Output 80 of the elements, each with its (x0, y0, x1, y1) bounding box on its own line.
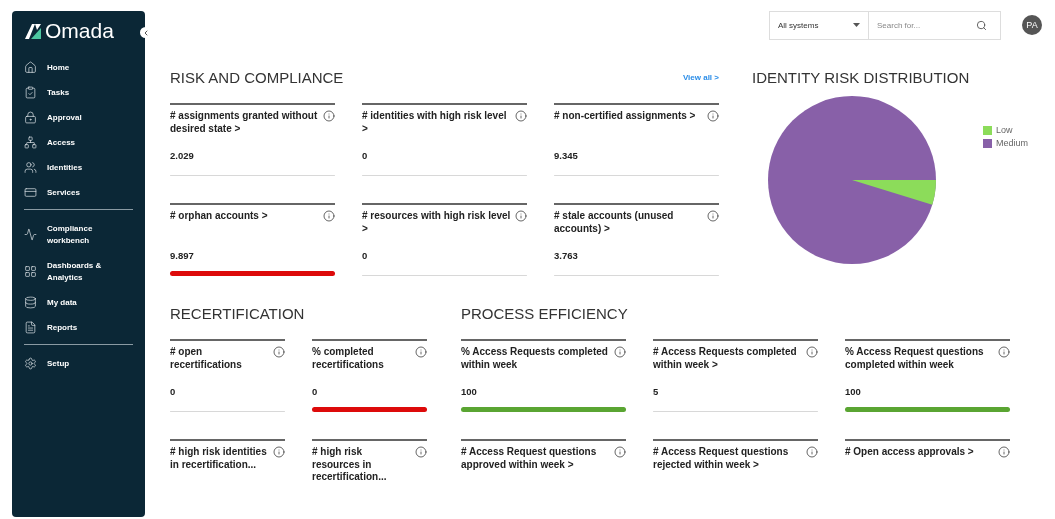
network-icon (24, 136, 37, 149)
nav-item[interactable]: Access (12, 130, 145, 155)
user-avatar[interactable]: PA (1022, 15, 1042, 35)
metric-title[interactable]: # non-certified assignments > (554, 110, 696, 123)
metric-title[interactable]: % Access Requests completed within week (461, 346, 610, 371)
info-icon[interactable] (806, 446, 818, 458)
nav-item[interactable]: Reports (12, 315, 145, 340)
metric-value: 0 (170, 386, 177, 397)
info-icon[interactable] (998, 446, 1010, 458)
metric-value: 0 (362, 150, 369, 161)
nav-item[interactable]: Services (12, 180, 145, 205)
metric-value: 0 (312, 386, 319, 397)
search-field[interactable]: Search for... (869, 10, 1001, 40)
legend-label: Low (996, 125, 1013, 135)
metric-value: 5 (653, 386, 660, 397)
nav-item[interactable]: Identities (12, 155, 145, 180)
metric-value: 0 (362, 250, 369, 261)
metric-value: 9.897 (170, 250, 195, 261)
metric-title[interactable]: # Open access approvals > (845, 446, 974, 459)
info-icon[interactable] (614, 446, 626, 458)
metric-title[interactable]: # stale accounts (unused accounts) > (554, 210, 703, 235)
users-icon (24, 161, 37, 174)
info-icon[interactable] (614, 346, 626, 358)
section-title: IDENTITY RISK DISTRIBUTION (752, 68, 970, 86)
info-icon[interactable] (707, 110, 719, 122)
info-icon[interactable] (323, 110, 335, 122)
info-icon[interactable] (273, 446, 285, 458)
metric-value: 100 (461, 386, 478, 397)
info-icon[interactable] (806, 346, 818, 358)
metric-title[interactable]: # high risk identities in recertification... (170, 446, 269, 471)
info-icon[interactable] (707, 210, 719, 222)
metric-title[interactable]: # assignments granted without desired state > (170, 110, 319, 135)
clipboard-icon (24, 86, 37, 99)
nav-item[interactable]: Tasks (12, 80, 145, 105)
card-icon (24, 186, 37, 199)
section-title: PROCESS EFFICIENCY (461, 304, 628, 322)
lock-icon (24, 111, 37, 124)
metric-title[interactable]: # orphan accounts > (170, 210, 268, 223)
metric-title[interactable]: # resources with high risk level > (362, 210, 511, 235)
nav-item[interactable]: Home (12, 55, 145, 80)
nav-item[interactable]: Approval (12, 105, 145, 130)
info-icon[interactable] (998, 346, 1010, 358)
metric-value: 100 (845, 386, 862, 397)
info-icon[interactable] (415, 446, 427, 458)
nav-item[interactable]: Dashboards & Analytics (12, 253, 145, 290)
info-icon[interactable] (323, 210, 335, 222)
section-title: RISK AND COMPLIANCE (170, 68, 344, 86)
nav-item[interactable]: Setup (12, 351, 145, 376)
search-icon[interactable] (976, 19, 987, 31)
metric-title[interactable]: % Access Request questions completed within week (845, 346, 994, 371)
metric-title[interactable]: # Access Requests completed within week > (653, 346, 802, 371)
collapse-button[interactable] (140, 27, 151, 38)
grid-icon (24, 265, 37, 278)
view-all-link[interactable]: View all > (682, 72, 719, 82)
database-icon (24, 296, 37, 309)
metric-title[interactable]: # identities with high risk level > (362, 110, 511, 135)
info-icon[interactable] (415, 346, 427, 358)
metric-value: 2.029 (170, 150, 195, 161)
metric-title[interactable]: % completed recertifications (312, 346, 411, 371)
info-icon[interactable] (515, 210, 527, 222)
system-select[interactable]: All systems (769, 10, 869, 40)
settings-icon (24, 357, 37, 370)
caret-icon (853, 23, 860, 27)
logo-text: Omada (45, 19, 114, 43)
metric-value: 9.345 (554, 150, 579, 161)
metric-title[interactable]: # Access Request questions rejected within week > (653, 446, 802, 471)
nav-item[interactable]: Compliance workbench (12, 216, 145, 253)
document-icon (24, 321, 37, 334)
legend-label: Medium (996, 138, 1028, 148)
pulse-icon (24, 228, 37, 241)
metric-value: 3.763 (554, 250, 579, 261)
info-icon[interactable] (515, 110, 527, 122)
metric-title[interactable]: # Access Request questions approved within week > (461, 446, 610, 471)
logo-icon (24, 22, 42, 40)
metric-title[interactable]: # open recertifications (170, 346, 269, 371)
nav-item[interactable]: My data (12, 290, 145, 315)
info-icon[interactable] (273, 346, 285, 358)
house-icon (24, 61, 37, 74)
section-title: RECERTIFICATION (170, 304, 305, 322)
metric-title[interactable]: # high risk resources in recertification... (312, 446, 411, 484)
